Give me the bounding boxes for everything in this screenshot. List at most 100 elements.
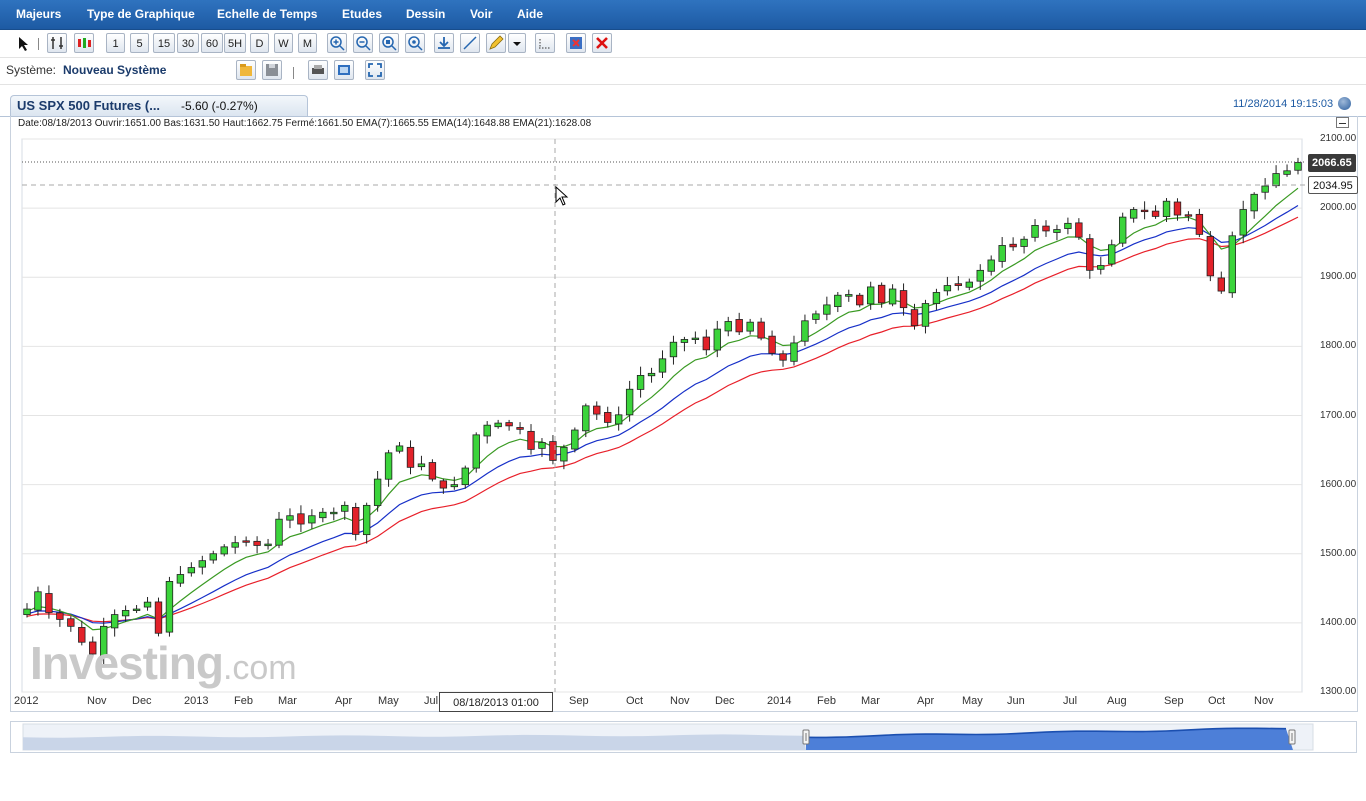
candle-body [921,303,930,327]
y-tick-label: 1300.00 [1320,686,1357,697]
candle-body [406,446,415,468]
candle-body [23,608,31,616]
y-tick-label: 1500.00 [1320,547,1357,559]
candle-body [691,337,700,340]
range-navigator[interactable] [10,721,1357,753]
candle-body [1206,236,1215,277]
x-tick-label: Dec [132,695,152,707]
candle-body [845,294,853,297]
candle-body [494,422,502,428]
x-tick-label: Sep [569,695,589,707]
candle-body [888,288,897,305]
x-tick-label: 2013 [184,695,209,707]
x-tick-label: Jun [1007,695,1025,707]
candle-body [1217,277,1225,292]
x-tick-label: Nov [670,695,690,707]
x-tick-label: Sep [1164,695,1184,707]
candle-body [297,513,305,525]
candle-body [571,429,579,450]
candle-body [417,463,426,468]
candle-body [899,290,908,309]
candle-body [801,320,809,342]
x-tick-label: Apr [335,695,353,707]
candle-body [505,422,513,427]
candle-body [154,601,163,634]
candle-body [647,372,656,377]
candle-body [1097,265,1105,270]
candle-body [1239,209,1247,236]
candle-body [483,424,491,437]
candle-body [943,285,952,292]
x-tick-label: May [378,695,399,707]
last-price-badge: 2066.65 [1308,154,1356,172]
candle-body [165,581,174,633]
y-tick-label: 1700.00 [1320,409,1357,421]
candle-body [275,518,283,546]
candle-body [1195,213,1204,235]
crosshair-price-badge: 2034.95 [1308,176,1358,194]
candle-body [143,601,152,608]
candle-body [625,388,634,416]
candle-body [395,445,404,452]
navigator-history-area [23,734,806,750]
candle-body [1162,200,1171,217]
y-tick-label: 2000.00 [1320,202,1357,214]
candle-body [790,342,798,362]
candle-body [1294,162,1302,171]
candle-body [680,339,689,343]
candle-body [121,610,130,617]
candle-body [910,309,919,327]
candle-body [702,336,711,351]
candle-body [264,543,272,547]
x-tick-label: Nov [87,695,107,707]
candle-body [461,467,469,486]
candle-body [187,567,196,574]
x-tick-label: Aug [1107,695,1127,707]
candle-body [976,269,984,282]
candle-body [757,321,765,339]
candle-body [1140,209,1149,213]
candle-body [1042,225,1050,232]
candle-body [538,442,546,449]
candle-body [132,608,141,611]
candle-body [1173,201,1182,216]
mouse-cursor-icon [555,186,569,206]
candle-body [34,591,42,611]
x-tick-label: Jul [424,695,439,707]
candle-body [812,313,820,320]
crosshair-date-badge: 08/18/2013 01:00 [439,692,553,712]
candle-body [384,452,393,480]
candle-body [735,319,743,333]
candle-body [1129,209,1138,219]
candle-body [231,542,239,548]
candle-body [713,328,721,351]
y-tick-label: 1800.00 [1320,340,1357,352]
candle-body [1020,238,1028,247]
candle-body [779,353,787,361]
candle-body [308,515,316,524]
candle-body [439,480,448,489]
candle-body [724,321,732,332]
candle-body [1009,243,1017,248]
candle-body [1108,244,1116,265]
y-tick-label: 1600.00 [1320,478,1357,490]
candle-body [877,284,886,304]
candle-body [450,484,459,488]
candle-body [954,283,963,286]
candle-body [932,292,941,304]
candle-body [428,462,437,480]
candle-body [1283,170,1291,175]
candle-body [198,560,206,568]
candle-body [636,375,645,390]
candle-body [604,412,612,423]
y-tick-label: 1400.00 [1320,616,1357,628]
candle-body [593,405,601,415]
candle-body [286,515,294,521]
candle-body [516,427,524,430]
x-tick-label: May [962,695,983,707]
x-tick-label: Feb [234,695,253,707]
candle-body [1151,210,1160,217]
x-tick-label: Dec [715,695,735,707]
candle-body [1031,225,1039,238]
candle-body [341,504,349,512]
